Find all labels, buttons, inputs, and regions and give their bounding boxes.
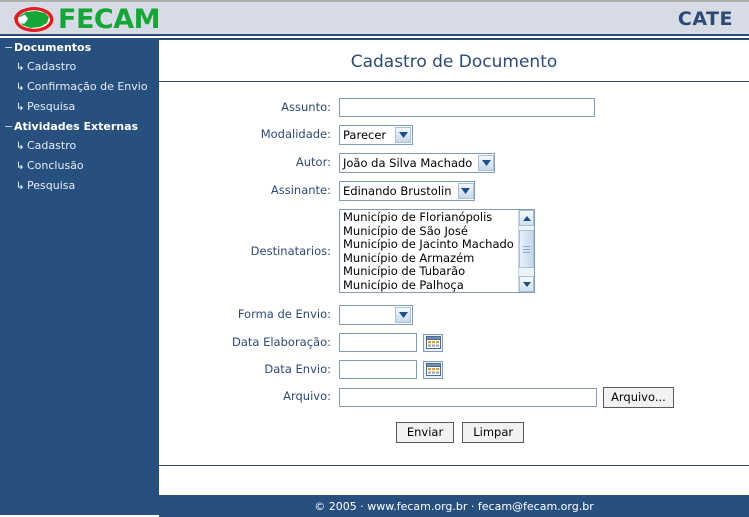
- fecam-map-logo-icon: [14, 6, 54, 33]
- field-row-destinatarios: Destinatarios: Município de Florianópoli…: [159, 209, 749, 293]
- modalidade-select[interactable]: Parecer: [339, 125, 413, 145]
- app-code-label: CATE: [677, 8, 733, 30]
- assunto-input[interactable]: [339, 98, 595, 117]
- main-content: Cadastro de Documento Assunto: Modalidad…: [159, 38, 749, 517]
- sidebar-item-atividades-conclusao[interactable]: ↳ Conclusão: [0, 156, 159, 176]
- brand-logo[interactable]: FECAM: [14, 3, 160, 35]
- sub-arrow-icon: ↳: [16, 161, 25, 172]
- label-arquivo: Arquivo:: [283, 389, 331, 403]
- list-item[interactable]: Município de Jacinto Machado: [343, 238, 518, 252]
- sidebar-group-documentos[interactable]: −Documentos: [0, 38, 159, 57]
- label-data-envio: Data Envio:: [264, 362, 331, 376]
- nav-group-atividades-externas: −Atividades Externas ↳ Cadastro ↳ Conclusã…: [0, 117, 159, 196]
- assinante-select[interactable]: Edinando Brustolin: [339, 181, 475, 201]
- field-row-arquivo: Arquivo: Arquivo...: [159, 387, 749, 408]
- list-item[interactable]: Município de Palhoça: [343, 278, 518, 292]
- label-assunto: Assunto:: [281, 100, 331, 114]
- forma-de-envio-select[interactable]: [339, 305, 413, 325]
- field-row-assinante: Assinante: Edinando Brustolin: [159, 181, 749, 201]
- chevron-down-icon[interactable]: [395, 307, 411, 323]
- sidebar-item-label: Cadastro: [27, 139, 77, 152]
- autor-selected-value: João da Silva Machado: [343, 156, 473, 170]
- sub-arrow-icon: ↳: [16, 181, 25, 192]
- field-row-autor: Autor: João da Silva Machado: [159, 153, 749, 173]
- sidebar-item-documentos-pesquisa[interactable]: ↳ Pesquisa: [0, 97, 159, 117]
- sidebar-item-atividades-cadastro[interactable]: ↳ Cadastro: [0, 136, 159, 156]
- collapse-marker-icon[interactable]: −: [4, 40, 14, 55]
- sidebar-nav: −Documentos ↳ Cadastro ↳ Confirmação de En…: [0, 38, 159, 515]
- sidebar-item-label: Conclusão: [27, 159, 84, 172]
- field-row-modalidade: Modalidade: Parecer: [159, 125, 749, 145]
- list-item[interactable]: Município de Florianópolis: [343, 210, 518, 225]
- app-header: FECAM CATE: [0, 0, 749, 36]
- nav-group-documentos: −Documentos ↳ Cadastro ↳ Confirmação de En…: [0, 38, 159, 117]
- autor-select[interactable]: João da Silva Machado: [339, 153, 495, 173]
- sub-arrow-icon: ↳: [16, 141, 25, 152]
- document-form: Assunto: Modalidade: Parecer Autor: João…: [159, 82, 749, 454]
- destinatarios-option-list: Município de Florianópolis Município de …: [340, 210, 518, 292]
- scrollbar-track[interactable]: [519, 226, 534, 276]
- sidebar-item-label: Confirmação de Envio: [27, 80, 148, 93]
- destinatarios-scrollbar[interactable]: [518, 210, 534, 292]
- chevron-down-icon[interactable]: [395, 127, 411, 143]
- sidebar-item-atividades-pesquisa[interactable]: ↳ Pesquisa: [0, 176, 159, 196]
- field-row-assunto: Assunto:: [159, 98, 749, 117]
- limpar-button[interactable]: Limpar: [462, 422, 525, 443]
- sidebar-group-label: Documentos: [14, 41, 92, 54]
- brand-name: FECAM: [58, 3, 160, 35]
- label-autor: Autor:: [295, 155, 331, 169]
- scrollbar-thumb[interactable]: [519, 230, 534, 268]
- footer-text: © 2005 · www.fecam.org.br · fecam@fecam.…: [314, 499, 594, 513]
- label-destinatarios: Destinatarios:: [250, 244, 331, 258]
- sidebar-group-atividades-externas[interactable]: −Atividades Externas: [0, 117, 159, 136]
- scroll-up-arrow-icon[interactable]: [519, 210, 534, 226]
- chevron-down-icon[interactable]: [478, 155, 495, 171]
- assinante-selected-value: Edinando Brustolin: [343, 184, 452, 198]
- destinatarios-listbox[interactable]: Município de Florianópolis Município de …: [339, 209, 535, 293]
- enviar-button[interactable]: Enviar: [395, 422, 455, 443]
- collapse-marker-icon[interactable]: −: [4, 119, 14, 134]
- sidebar-group-label: Atividades Externas: [14, 120, 139, 133]
- scroll-down-arrow-icon[interactable]: [519, 276, 534, 292]
- modalidade-selected-value: Parecer: [343, 128, 387, 142]
- form-actions: Enviar Limpar: [159, 422, 749, 443]
- arquivo-browse-button[interactable]: Arquivo...: [603, 387, 674, 408]
- calendar-icon[interactable]: [423, 360, 443, 379]
- arquivo-input[interactable]: [339, 388, 597, 407]
- label-data-elaboracao: Data Elaboração:: [231, 335, 331, 349]
- sidebar-item-documentos-confirmacao-de-envio[interactable]: ↳ Confirmação de Envio: [0, 77, 159, 97]
- list-item[interactable]: Município de Armazém: [343, 251, 518, 266]
- field-row-forma-de-envio: Forma de Envio:: [159, 305, 749, 325]
- calendar-icon[interactable]: [423, 333, 443, 352]
- label-forma-de-envio: Forma de Envio:: [237, 307, 331, 321]
- footer-divider: [159, 465, 749, 466]
- sidebar-item-label: Pesquisa: [27, 100, 76, 113]
- page-title: Cadastro de Documento: [350, 52, 558, 72]
- chevron-down-icon[interactable]: [457, 183, 474, 199]
- list-item[interactable]: Município de São José: [343, 224, 518, 239]
- sidebar-item-documentos-cadastro[interactable]: ↳ Cadastro: [0, 57, 159, 77]
- sub-arrow-icon: ↳: [16, 82, 25, 93]
- field-row-data-elaboracao: Data Elaboração:: [159, 333, 749, 352]
- list-item[interactable]: Município de Tubarão: [343, 265, 518, 279]
- sub-arrow-icon: ↳: [16, 62, 25, 73]
- sub-arrow-icon: ↳: [16, 102, 25, 113]
- sidebar-item-label: Cadastro: [27, 60, 77, 73]
- page-footer: © 2005 · www.fecam.org.br · fecam@fecam.…: [159, 495, 749, 517]
- data-envio-input[interactable]: [339, 360, 417, 379]
- grip-icon: [523, 244, 530, 255]
- label-assinante: Assinante:: [270, 183, 331, 197]
- label-modalidade: Modalidade:: [260, 127, 331, 141]
- sidebar-item-label: Pesquisa: [27, 179, 76, 192]
- data-elaboracao-input[interactable]: [339, 333, 417, 352]
- field-row-data-envio: Data Envio:: [159, 360, 749, 379]
